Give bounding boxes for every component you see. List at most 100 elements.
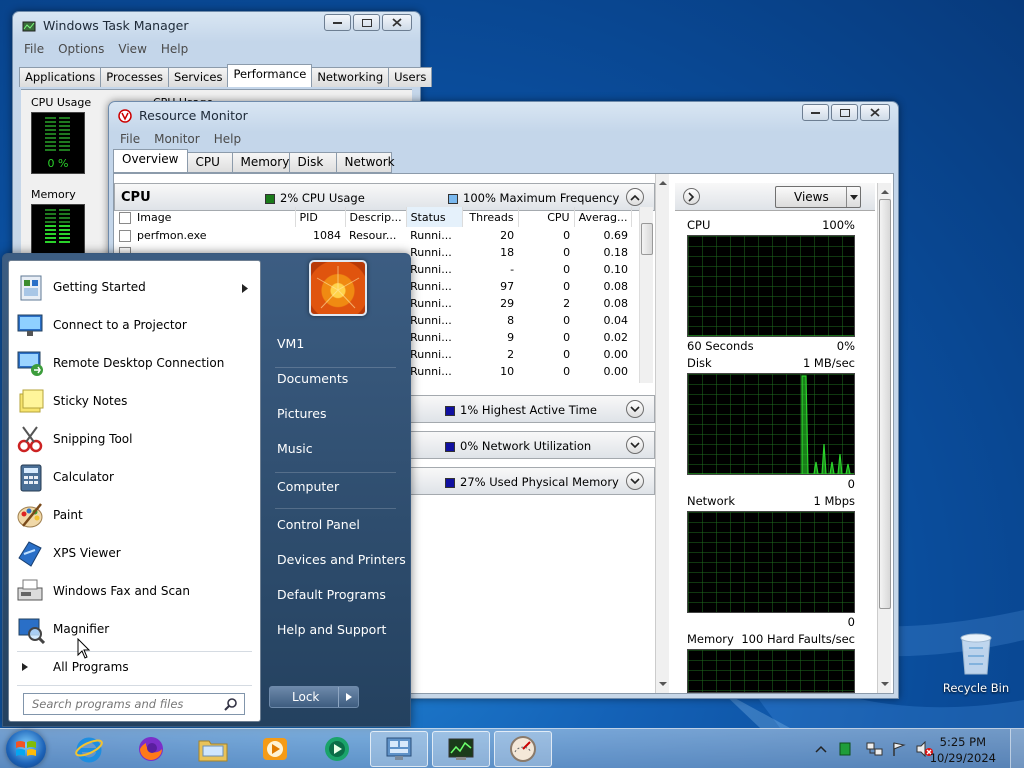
- column-image[interactable]: Image: [115, 207, 296, 227]
- start-button[interactable]: [6, 730, 46, 768]
- start-link-help-and-support[interactable]: Help and Support: [277, 622, 386, 637]
- process-table-scrollbar[interactable]: [639, 207, 653, 383]
- tab-overview[interactable]: Overview: [113, 149, 188, 173]
- scroll-down-arrow-icon[interactable]: [878, 677, 892, 691]
- control-panel-icon: [386, 737, 412, 760]
- program-fax-scan[interactable]: Windows Fax and Scan: [13, 573, 258, 609]
- program-paint[interactable]: Paint: [13, 497, 258, 533]
- tab-users[interactable]: Users: [388, 67, 433, 87]
- action-center-flag-icon[interactable]: [891, 741, 907, 757]
- column-threads[interactable]: Threads: [462, 207, 519, 227]
- tab-cpu[interactable]: CPU: [186, 152, 233, 173]
- minimize-button[interactable]: [324, 14, 351, 31]
- column-status[interactable]: Status: [406, 207, 463, 227]
- program-calculator[interactable]: Calculator: [13, 459, 258, 495]
- taskbar-internet-explorer[interactable]: [60, 731, 118, 767]
- menu-monitor[interactable]: Monitor: [147, 130, 207, 150]
- column-pid[interactable]: PID: [295, 207, 346, 227]
- taskbar-resource-monitor[interactable]: [494, 731, 552, 767]
- row-checkbox[interactable]: [119, 230, 131, 242]
- taskbar-task-manager[interactable]: [432, 731, 490, 767]
- menu-view[interactable]: View: [111, 40, 153, 60]
- search-input[interactable]: Search programs and files: [23, 693, 245, 715]
- graphs-scrollbar-thumb[interactable]: [879, 199, 891, 609]
- lock-options-button[interactable]: [338, 687, 358, 707]
- links-separator: [275, 472, 396, 473]
- show-desktop-button[interactable]: [1010, 729, 1024, 768]
- cell-threads: 20: [500, 229, 515, 242]
- xps-viewer-icon: [13, 536, 47, 570]
- start-link-documents[interactable]: Documents: [277, 371, 348, 386]
- toggle-graphs-button[interactable]: [683, 188, 700, 205]
- lock-button[interactable]: Lock: [269, 686, 359, 708]
- start-link-default-programs[interactable]: Default Programs: [277, 587, 386, 602]
- taskbar-clock[interactable]: 5:25 PM 10/29/2024: [930, 734, 996, 766]
- taskbar-media-player[interactable]: [246, 731, 304, 767]
- scrollbar-thumb[interactable]: [641, 223, 653, 255]
- collapse-cpu-button[interactable]: [626, 188, 644, 206]
- tab-processes[interactable]: Processes: [100, 67, 169, 87]
- program-snipping-tool[interactable]: Snipping Tool: [13, 421, 258, 457]
- start-link-computer[interactable]: Computer: [277, 479, 339, 494]
- cpu-usage-swatch: [265, 193, 275, 204]
- left-pane-scrollbar[interactable]: [655, 174, 669, 693]
- menu-options[interactable]: Options: [51, 40, 111, 60]
- all-programs-button[interactable]: All Programs: [13, 655, 258, 679]
- expand-disk-button[interactable]: [626, 400, 644, 418]
- tab-networking[interactable]: Networking: [311, 67, 390, 87]
- show-hidden-icons-icon[interactable]: [815, 744, 827, 754]
- start-link-pictures[interactable]: Pictures: [277, 406, 327, 421]
- table-row[interactable]: perfmon.exe 1084 Resour... Runni... 20 0 0.69: [115, 227, 632, 244]
- start-link-control-panel[interactable]: Control Panel: [277, 517, 360, 532]
- close-button[interactable]: [860, 104, 890, 121]
- program-sticky-notes[interactable]: Sticky Notes: [13, 383, 258, 419]
- column-description[interactable]: Descrip...: [345, 207, 407, 227]
- menu-file[interactable]: File: [17, 40, 51, 60]
- menu-help[interactable]: Help: [207, 130, 248, 150]
- tab-disk[interactable]: Disk: [288, 152, 337, 173]
- start-link-music[interactable]: Music: [277, 441, 313, 456]
- column-average[interactable]: Averag...: [574, 207, 633, 227]
- taskbar-firefox[interactable]: [122, 731, 180, 767]
- column-cpu[interactable]: CPU: [518, 207, 575, 227]
- expand-network-button[interactable]: [626, 436, 644, 454]
- program-getting-started[interactable]: Getting Started: [13, 269, 258, 305]
- start-link-devices-and-printers[interactable]: Devices and Printers: [277, 552, 406, 567]
- program-xps-viewer[interactable]: XPS Viewer: [13, 535, 258, 571]
- tab-performance[interactable]: Performance: [227, 64, 313, 87]
- tab-services[interactable]: Services: [167, 67, 229, 87]
- tab-network[interactable]: Network: [335, 152, 395, 173]
- expand-memory-button[interactable]: [626, 472, 644, 490]
- minimize-button[interactable]: [802, 104, 829, 121]
- menu-help[interactable]: Help: [154, 40, 195, 60]
- recycle-bin[interactable]: Recycle Bin: [940, 630, 1012, 702]
- taskbar-media-center[interactable]: [308, 731, 366, 767]
- resource-monitor-titlebar[interactable]: Resource Monitor: [109, 102, 898, 130]
- internet-explorer-icon: [75, 737, 103, 763]
- task-manager-titlebar[interactable]: Windows Task Manager: [13, 12, 420, 40]
- views-button[interactable]: Views: [775, 186, 861, 208]
- scroll-up-arrow-icon[interactable]: [656, 176, 670, 190]
- program-remote-desktop[interactable]: Remote Desktop Connection: [13, 345, 258, 381]
- maximize-button[interactable]: [831, 104, 858, 121]
- program-projector[interactable]: Connect to a Projector: [13, 307, 258, 343]
- network-tray-icon[interactable]: [866, 741, 884, 757]
- taskbar-explorer[interactable]: [184, 731, 242, 767]
- taskbar-control-panel[interactable]: [370, 731, 428, 767]
- graphs-scrollbar[interactable]: [877, 183, 891, 693]
- maximize-button[interactable]: [353, 14, 380, 31]
- program-label: Getting Started: [53, 280, 146, 294]
- scroll-down-arrow-icon[interactable]: [656, 677, 670, 691]
- tab-memory[interactable]: Memory: [231, 152, 290, 173]
- select-all-checkbox[interactable]: [119, 211, 131, 224]
- program-magnifier[interactable]: Magnifier: [13, 611, 258, 647]
- green-status-tray-icon[interactable]: [839, 742, 851, 756]
- menu-file[interactable]: File: [113, 130, 147, 150]
- start-link-vm1[interactable]: VM1: [277, 336, 304, 351]
- scroll-up-arrow-icon[interactable]: [878, 185, 892, 199]
- tab-applications[interactable]: Applications: [19, 67, 102, 87]
- close-button[interactable]: [382, 14, 412, 31]
- views-dropdown-arrow[interactable]: [846, 187, 860, 207]
- user-picture[interactable]: [309, 260, 367, 316]
- graphs-header: Views: [675, 183, 875, 211]
